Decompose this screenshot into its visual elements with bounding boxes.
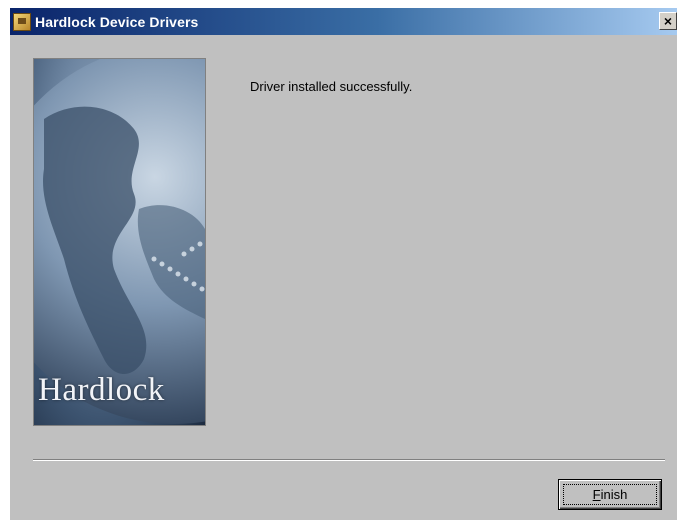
dialog-window: Hardlock Device Drivers × Hardlock Drive…: [10, 8, 677, 520]
finish-button-label: inish: [600, 487, 628, 502]
hardlock-logo: Hardlock: [38, 372, 165, 408]
title-bar[interactable]: Hardlock Device Drivers ×: [10, 8, 677, 35]
close-button[interactable]: ×: [659, 12, 677, 30]
window-title: Hardlock Device Drivers: [35, 13, 199, 30]
globe-icon: [34, 59, 205, 424]
banner-image: Hardlock: [33, 58, 206, 426]
app-icon: [13, 12, 31, 31]
separator: [33, 459, 665, 461]
finish-button[interactable]: Finish: [558, 479, 662, 510]
status-message: Driver installed successfully.: [250, 79, 413, 94]
finish-button-mnemonic: F: [592, 487, 601, 502]
